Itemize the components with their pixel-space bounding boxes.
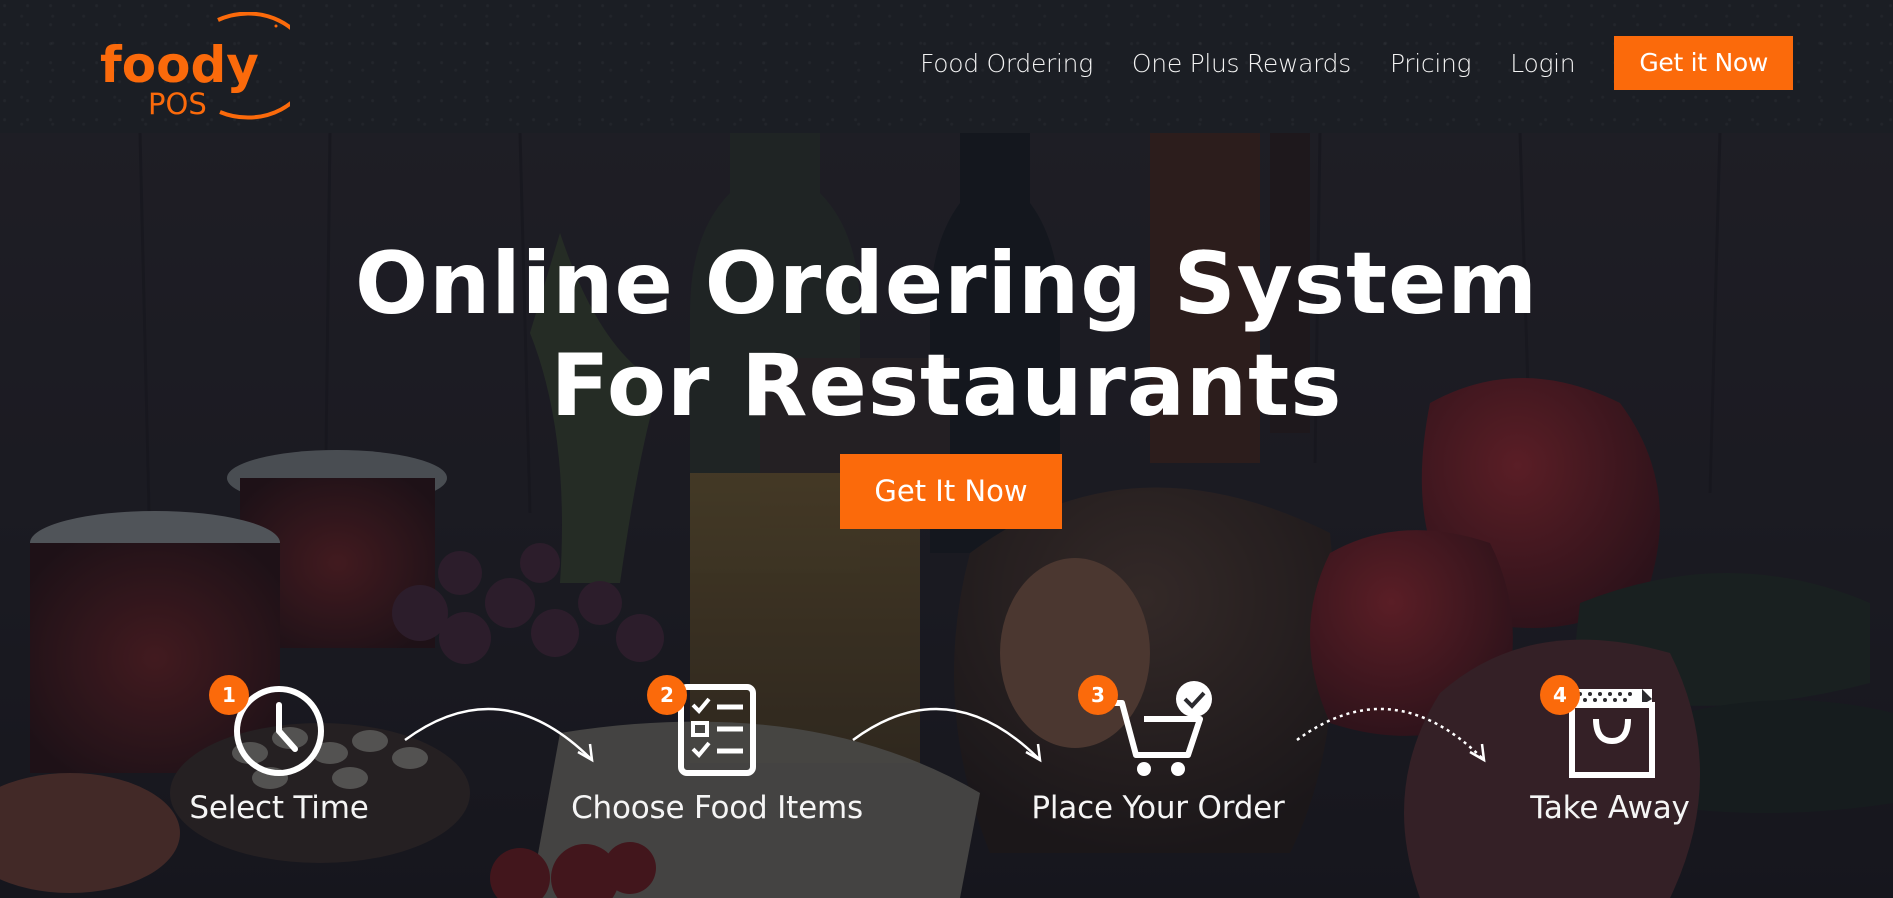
- logo-sub: POS: [148, 87, 207, 121]
- step-number-badge: 1: [209, 675, 249, 715]
- nav-pricing[interactable]: Pricing: [1390, 49, 1472, 78]
- foody-pos-logo[interactable]: foody POS: [100, 11, 312, 122]
- step-label: Select Time: [189, 790, 369, 826]
- nav-food-ordering[interactable]: Food Ordering: [920, 49, 1093, 78]
- hero-section: Online Ordering System For Restaurants G…: [0, 133, 1893, 898]
- hero-title: Online Ordering System For Restaurants: [0, 233, 1893, 437]
- hero-title-line1: Online Ordering System: [354, 234, 1539, 334]
- main-nav: Food Ordering One Plus Rewards Pricing L…: [881, 36, 1793, 90]
- site-header: foody POS Food Ordering One Plus Rewards…: [0, 0, 1893, 133]
- nav-login[interactable]: Login: [1510, 49, 1575, 78]
- logo-word: foody: [100, 36, 259, 94]
- step-label: Take Away: [1530, 790, 1690, 826]
- nav-one-plus-rewards[interactable]: One Plus Rewards: [1132, 49, 1351, 78]
- hero-get-it-now-button[interactable]: Get It Now: [840, 454, 1062, 529]
- header-get-it-now-button[interactable]: Get it Now: [1614, 36, 1793, 90]
- step-label: Place Your Order: [1031, 790, 1285, 826]
- step-number-badge: 3: [1078, 675, 1118, 715]
- hero-title-line2: For Restaurants: [550, 336, 1343, 436]
- step-label: Choose Food Items: [571, 790, 863, 826]
- step-number-badge: 2: [647, 675, 687, 715]
- step-choose-food-items: 2 Choose Food Items: [567, 675, 867, 826]
- step-select-time: 1 Select Time: [129, 675, 429, 826]
- step-take-away: 4 Take Away: [1460, 675, 1760, 826]
- step-number-badge: 4: [1540, 675, 1580, 715]
- logo-mark: foody POS: [100, 11, 312, 121]
- step-place-your-order: 3 Place Your Order: [1008, 675, 1308, 826]
